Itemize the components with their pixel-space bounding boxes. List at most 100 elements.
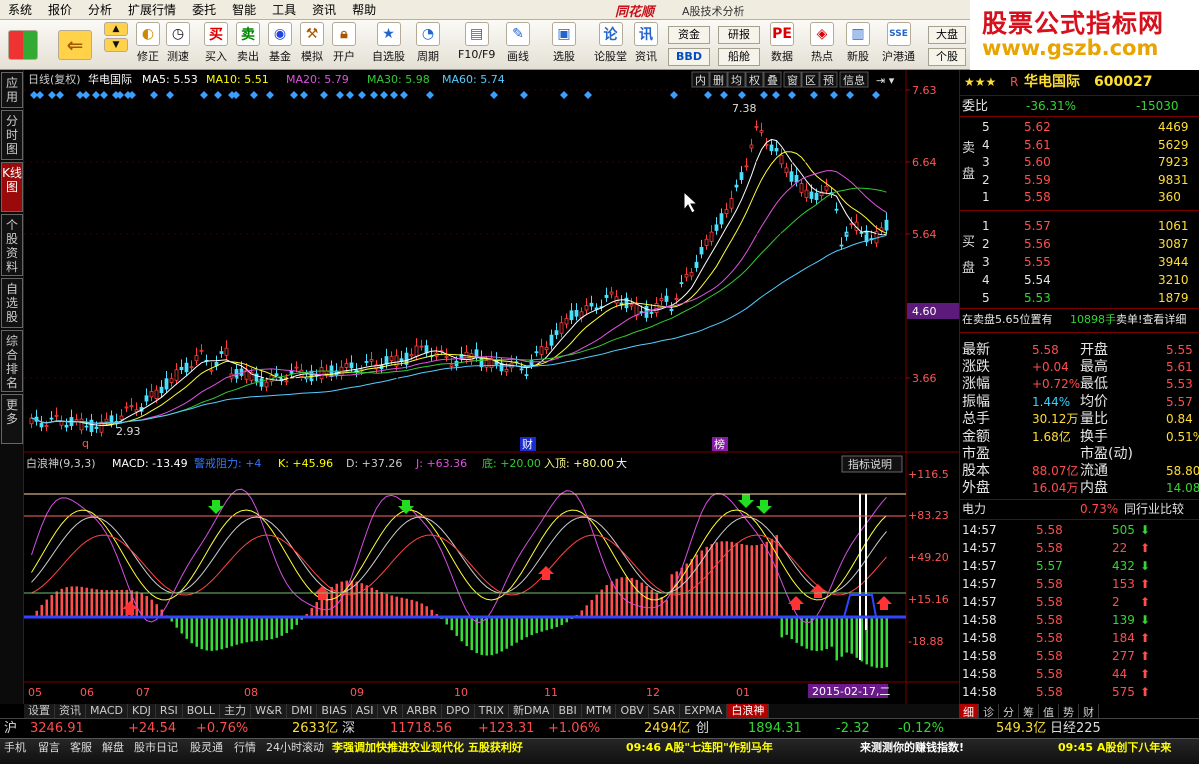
right-tab-4[interactable]: 值 — [1039, 704, 1059, 719]
finance-marker[interactable]: 财 — [522, 437, 533, 451]
menu-help[interactable]: 帮助 — [344, 1, 384, 18]
indicator-tab-9[interactable]: BIAS — [317, 704, 352, 718]
link-gulingtong[interactable]: 股灵通 — [190, 739, 223, 757]
indicator-tab-18[interactable]: OBV — [616, 704, 649, 718]
link-service[interactable]: 客服 — [70, 739, 92, 757]
news-headline-2[interactable]: 09:46 A股"七连阳"作别马年 — [626, 739, 773, 757]
link-message[interactable]: 留言 — [38, 739, 60, 757]
cabin-button[interactable]: 船舱 — [718, 48, 760, 66]
right-tab-5[interactable]: 势 — [1059, 704, 1079, 719]
right-tab-6[interactable]: 财 — [1079, 704, 1099, 719]
period-button[interactable]: ◔ 周期 — [416, 22, 440, 64]
side-tab-ranking[interactable]: 综合排名 — [1, 330, 23, 392]
indicator-explain-button[interactable]: 指标说明 — [848, 457, 892, 471]
chart-tool-button[interactable]: 权 — [749, 74, 760, 87]
indicator-tab-2[interactable]: MACD — [86, 704, 128, 718]
link-analysis[interactable]: 解盘 — [102, 739, 124, 757]
stock-button[interactable]: 个股 — [928, 48, 966, 66]
nikkei-label[interactable]: 日经225 — [1050, 719, 1101, 739]
simulate-button[interactable]: ⚒ 模拟 — [300, 22, 324, 64]
right-tab-1[interactable]: 诊 — [979, 704, 999, 719]
menu-tools[interactable]: 工具 — [264, 1, 304, 18]
watchlist-button[interactable]: ★ 自选股 — [372, 22, 405, 64]
f10-button[interactable]: ▤ F10/F9 — [458, 22, 495, 61]
fix-button[interactable]: ◐ 修正 — [136, 22, 160, 64]
cy-value[interactable]: 1894.31 — [748, 719, 802, 739]
chart-tool-button[interactable]: 预 — [823, 74, 834, 87]
indicator-tab-3[interactable]: KDJ — [127, 704, 156, 718]
menu-news[interactable]: 资讯 — [304, 1, 344, 18]
page-up-button[interactable]: ▲ ▼ — [104, 22, 128, 52]
link-diary[interactable]: 股市日记 — [134, 739, 178, 757]
buy-button[interactable]: 买 买入 — [204, 22, 228, 64]
indicator-tab-14[interactable]: TRIX — [474, 704, 509, 718]
research-button[interactable]: 研报 — [718, 26, 760, 44]
side-tab-kline[interactable]: K线图 — [1, 162, 23, 212]
menu-smart[interactable]: 智能 — [224, 1, 264, 18]
chart-tool-button[interactable]: 均 — [731, 74, 742, 87]
indicator-tab-19[interactable]: SAR — [648, 704, 681, 718]
stock-picker-button[interactable]: ▣ 选股 — [552, 22, 576, 64]
indicator-tab-4[interactable]: RSI — [155, 704, 183, 718]
hot-button[interactable]: ◈ 热点 — [810, 22, 834, 64]
chart-tool-button[interactable]: 信息 — [843, 73, 865, 87]
data-button[interactable]: PE 数据 — [770, 22, 794, 64]
new-stock-button[interactable]: ▥ 新股 — [846, 22, 870, 64]
indicator-tab-5[interactable]: BOLL — [182, 704, 221, 718]
right-tab-0[interactable]: 细 — [959, 704, 979, 719]
chart-tool-button[interactable]: 区 — [805, 74, 816, 87]
notice-action[interactable]: 卖单!查看详细 — [1116, 311, 1186, 328]
chart-collapse-icon[interactable]: ⇥ ▾ — [876, 74, 895, 87]
indicator-tab-10[interactable]: ASI — [351, 704, 379, 718]
news-button[interactable]: 讯 资讯 — [634, 22, 658, 64]
sell-button[interactable]: 卖 卖出 — [236, 22, 260, 64]
chart-tool-button[interactable]: 内 — [695, 73, 706, 87]
side-tab-apps[interactable]: 应用 — [1, 72, 23, 108]
indicator-tab-7[interactable]: W&R — [251, 704, 288, 718]
news-headline-3[interactable]: 来测测你的赚钱指数! — [860, 739, 964, 757]
indicator-tab-0[interactable]: 设置 — [24, 704, 55, 718]
forum-button[interactable]: 论 论股堂 — [594, 22, 627, 64]
side-tab-watchlist[interactable]: 自选股 — [1, 278, 23, 328]
indicator-tab-12[interactable]: ARBR — [402, 704, 443, 718]
indicator-tab-11[interactable]: VR — [378, 704, 403, 718]
news-headline-1[interactable]: 李强调加快推进农业现代化 五股获利好 — [332, 739, 523, 757]
side-tab-intraday[interactable]: 分时图 — [1, 110, 23, 160]
back-button[interactable]: ⇐ — [58, 30, 92, 60]
right-tab-2[interactable]: 分 — [999, 704, 1019, 719]
speedtest-button[interactable]: ◷ 测速 — [166, 22, 190, 64]
market-button[interactable]: 大盘 — [928, 26, 966, 44]
indicator-tab-15[interactable]: 新DMA — [508, 704, 555, 718]
chart-tool-button[interactable]: 窗 — [787, 73, 798, 87]
hk-connect-button[interactable]: SSE 沪港通 — [882, 22, 915, 64]
draw-line-button[interactable]: ✎ 画线 — [506, 22, 530, 64]
link-quotes[interactable]: 行情 — [234, 739, 256, 757]
sector-compare-button[interactable]: 同行业比较 — [1124, 501, 1184, 518]
fund-button[interactable]: ◉ 基金 — [268, 22, 292, 64]
bbd-button[interactable]: BBD — [668, 48, 710, 66]
link-rolling[interactable]: 24小时滚动 — [266, 739, 324, 757]
chart-tool-button[interactable]: 删 — [713, 74, 724, 87]
chart-tool-button[interactable]: 叠 — [767, 74, 778, 87]
indicator-tab-17[interactable]: MTM — [581, 704, 617, 718]
menu-trade[interactable]: 委托 — [184, 1, 224, 18]
indicator-tab-16[interactable]: BBI — [554, 704, 582, 718]
indicator-tab-8[interactable]: DMI — [287, 704, 318, 718]
rank-marker[interactable]: 榜 — [714, 437, 725, 451]
kline-chart-area[interactable]: 日线(复权) 华电国际 MA5: 5.53 MA10: 5.51 MA20: 5… — [24, 70, 959, 704]
indicator-tab-13[interactable]: DPO — [442, 704, 475, 718]
indicator-tab-6[interactable]: 主力 — [220, 704, 252, 718]
news-headline-4[interactable]: 09:45 A股创下八年来 — [1058, 739, 1171, 757]
menu-analysis[interactable]: 分析 — [80, 1, 120, 18]
sz-value[interactable]: 11718.56 — [390, 719, 452, 739]
menu-ext-quotes[interactable]: 扩展行情 — [120, 1, 184, 18]
indicator-tab-21[interactable]: 白浪神 — [727, 704, 770, 718]
right-tab-3[interactable]: 筹 — [1019, 704, 1039, 719]
open-account-button[interactable]: 🔒︎ 开户 — [332, 22, 356, 64]
zijin-button[interactable]: 资金 — [668, 26, 710, 44]
menu-system[interactable]: 系统 — [0, 1, 40, 18]
indicator-tab-20[interactable]: EXPMA — [680, 704, 728, 718]
menu-quotes[interactable]: 报价 — [40, 1, 80, 18]
link-mobile[interactable]: 手机 — [4, 739, 26, 757]
side-tab-profile[interactable]: 个股资料 — [1, 214, 23, 276]
